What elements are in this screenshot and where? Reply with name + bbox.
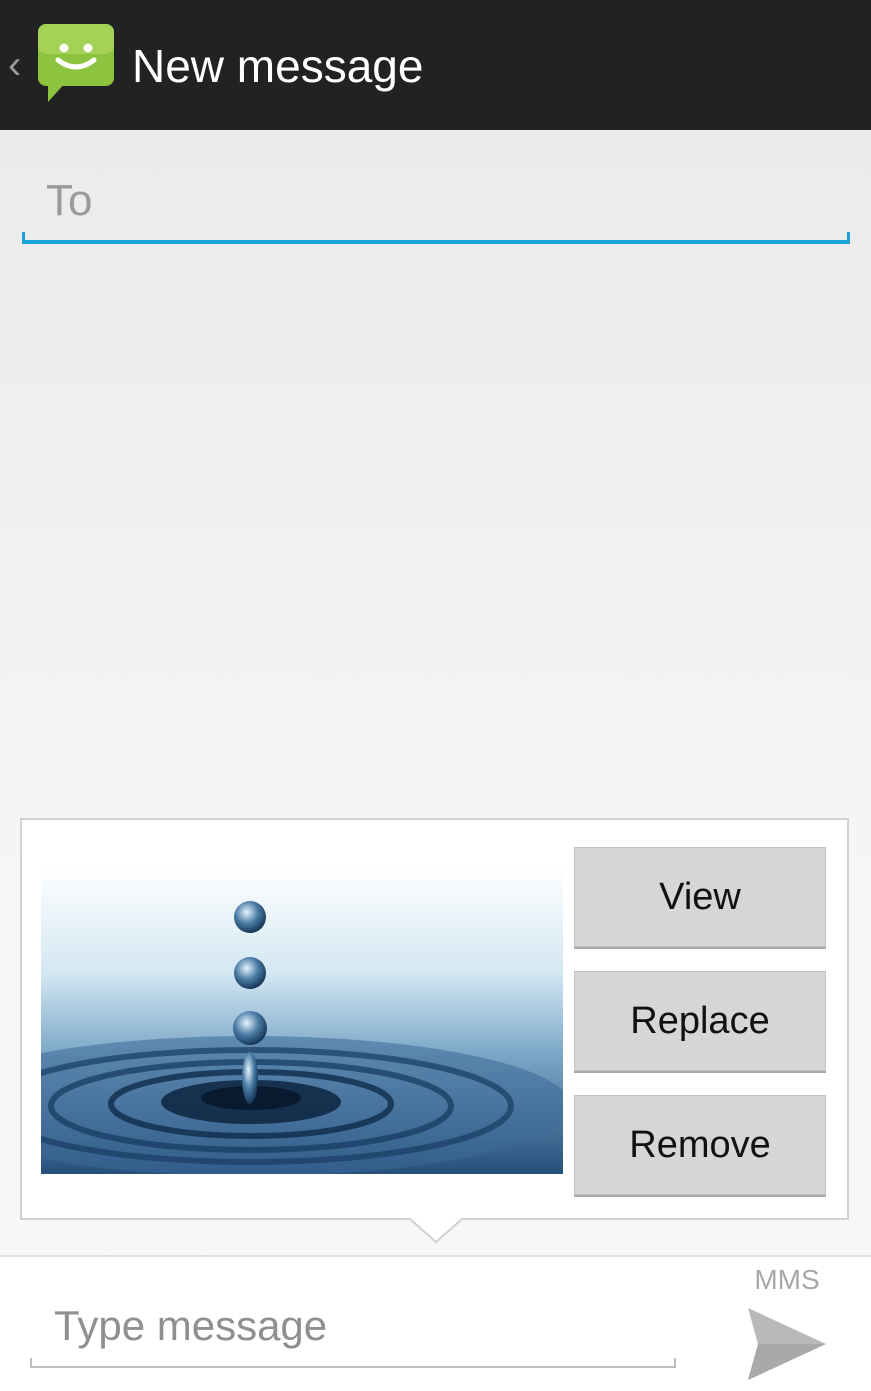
send-arrow-icon[interactable] (744, 1302, 828, 1386)
message-field[interactable] (30, 1288, 676, 1368)
recipient-underline (22, 240, 850, 244)
view-button[interactable]: View (574, 847, 826, 947)
messaging-smiley-icon[interactable] (34, 22, 118, 106)
recipient-field[interactable] (22, 158, 850, 244)
message-input[interactable] (54, 1296, 664, 1356)
replace-button[interactable]: Replace (574, 971, 826, 1071)
attachment-panel: View Replace Remove (20, 818, 849, 1220)
mms-indicator: MMS (754, 1264, 820, 1295)
action-bar: ‹ New message (0, 0, 871, 130)
recipient-underline-tick (22, 232, 25, 244)
message-underline-tick (30, 1358, 32, 1368)
message-underline-tick (674, 1358, 676, 1368)
chevron-left-icon[interactable]: ‹ (8, 40, 30, 90)
message-underline (30, 1366, 676, 1368)
recipient-input[interactable] (46, 166, 836, 236)
page-title: New message (132, 40, 424, 92)
attachment-panel-pointer (410, 1218, 462, 1244)
remove-button[interactable]: Remove (574, 1095, 826, 1195)
attachment-image[interactable] (41, 866, 563, 1174)
recipient-underline-tick (847, 232, 850, 244)
